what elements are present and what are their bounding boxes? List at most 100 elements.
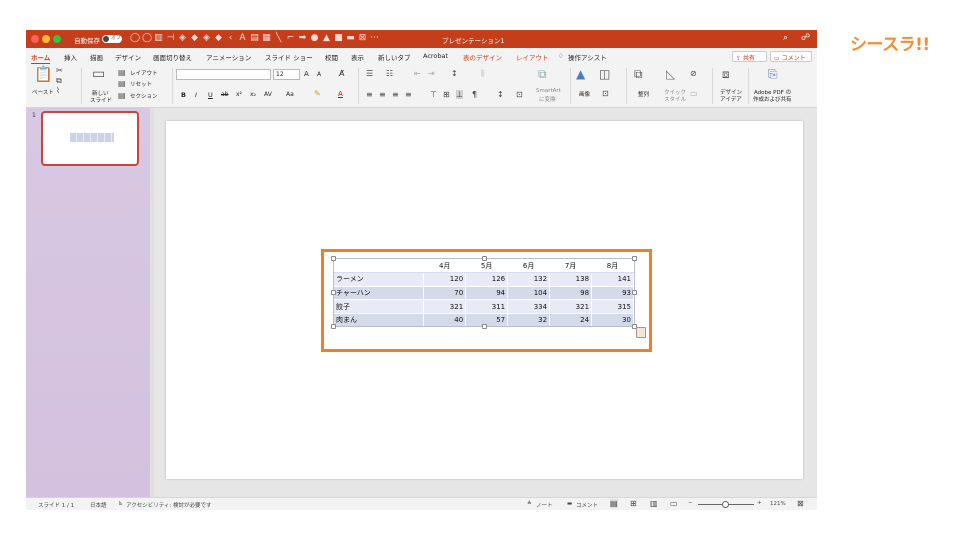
table-header-cell[interactable]: 6月	[507, 259, 551, 274]
box-icon[interactable]: ▤	[250, 33, 259, 43]
zoom-slider-thumb[interactable]	[722, 501, 729, 508]
tab-new[interactable]: 新しいタブ	[378, 52, 411, 62]
zoom-in-button[interactable]: +	[757, 500, 762, 506]
normal-view-icon[interactable]: ▤	[610, 499, 618, 508]
copy-icon[interactable]: ⧉	[56, 76, 62, 85]
indent-decrease-icon[interactable]: ⇤	[414, 69, 421, 78]
character-spacing-button[interactable]: AV	[264, 91, 272, 98]
table-cell[interactable]: 138	[549, 272, 593, 287]
account-icon[interactable]: ☍	[801, 33, 810, 43]
text-icon[interactable]: A	[238, 33, 247, 43]
reading-view-icon[interactable]: ▥	[650, 499, 658, 508]
right-arrow-icon[interactable]: ➡	[298, 33, 307, 43]
align-middle-icon[interactable]: ⊞	[443, 90, 450, 99]
vertical-text-icon[interactable]: ↕	[497, 90, 504, 99]
align-text-icon[interactable]: ⊡	[516, 90, 523, 99]
table-header-cell[interactable]: 4月	[423, 259, 467, 274]
tab-insert[interactable]: 挿入	[64, 52, 77, 62]
design-ideas-icon[interactable]: ⧈	[722, 68, 730, 80]
table-cell[interactable]: 315	[591, 299, 634, 314]
table-cell[interactable]: 32	[507, 313, 551, 328]
section-button[interactable]: セクション	[130, 92, 158, 100]
resize-handle[interactable]	[331, 256, 336, 261]
shape-effects-icon[interactable]: ▭	[690, 89, 698, 98]
format-painter-icon[interactable]: ⌇	[56, 86, 60, 95]
italic-button[interactable]: I	[195, 91, 197, 99]
redo-icon[interactable]: ◯	[142, 33, 152, 43]
reset-button[interactable]: リセット	[130, 80, 152, 88]
bullets-icon[interactable]: ☰	[366, 69, 373, 78]
share-button[interactable]: ⇪ 共有	[732, 51, 767, 62]
table-cell[interactable]: 70	[423, 286, 467, 301]
data-table[interactable]: 4月 5月 6月 7月 8月 ラーメン 120 126 132 138 141 …	[334, 259, 634, 328]
table-cell[interactable]: 321	[423, 299, 467, 314]
adobe-pdf-icon[interactable]: ⎘	[768, 68, 778, 80]
row-label-cell[interactable]: 餃子	[334, 299, 425, 314]
align-top-icon[interactable]: ⊤	[430, 90, 437, 99]
rect-icon[interactable]: ▬	[346, 33, 355, 43]
search-icon[interactable]: ⌕	[783, 33, 788, 43]
table-cell[interactable]: 311	[465, 299, 509, 314]
tab-view[interactable]: 表示	[351, 52, 364, 62]
layout-icon[interactable]: ▤	[118, 68, 126, 77]
shrink-font-button[interactable]: A	[317, 71, 321, 78]
table-cell[interactable]: 120	[423, 272, 467, 287]
slide-canvas[interactable]: 4月 5月 6月 7月 8月 ラーメン 120 126 132 138 141 …	[166, 121, 803, 479]
columns-icon[interactable]: ⫼	[481, 69, 485, 78]
reset-icon[interactable]: ▤	[118, 79, 126, 88]
highlight-icon[interactable]: ✎	[314, 89, 321, 98]
layout-button[interactable]: レイアウト	[130, 69, 158, 77]
row-label-cell[interactable]: ラーメン	[334, 272, 425, 287]
resize-handle[interactable]	[331, 290, 336, 295]
section-icon[interactable]: ▤	[118, 91, 126, 100]
text-direction-icon[interactable]: ¶	[472, 90, 477, 99]
table-cell[interactable]: 334	[507, 299, 551, 314]
justify-icon[interactable]: ≡	[405, 90, 412, 99]
table-cell[interactable]: 321	[549, 299, 593, 314]
minimize-window-button[interactable]	[42, 35, 50, 43]
line-icon[interactable]: ╲	[274, 33, 283, 43]
strikethrough-button[interactable]: ab	[221, 91, 229, 98]
language-indicator[interactable]: 日本語	[90, 501, 107, 509]
resize-handle[interactable]	[331, 324, 336, 329]
paste-options-icon[interactable]	[636, 327, 646, 338]
undo-icon[interactable]: ◯	[130, 33, 140, 43]
tab-draw[interactable]: 描画	[90, 52, 103, 62]
tab-layout[interactable]: レイアウト	[516, 52, 549, 62]
tab-acrobat[interactable]: Acrobat	[423, 52, 448, 60]
shape-icon[interactable]: ◆	[214, 33, 223, 43]
resize-handle[interactable]	[632, 290, 637, 295]
fit-to-window-icon[interactable]: ⊠	[797, 499, 804, 508]
table-cell[interactable]: 141	[591, 272, 634, 287]
shape-outline-icon[interactable]: ⊘	[690, 69, 697, 78]
tab-animations[interactable]: アニメーション	[206, 52, 251, 62]
shape-icon[interactable]: ◈	[178, 33, 187, 43]
zoom-level[interactable]: 121%	[770, 501, 786, 507]
arrow-icon[interactable]: ‹	[226, 33, 235, 43]
table-cell[interactable]: 104	[507, 286, 551, 301]
font-color-button[interactable]: A	[338, 90, 343, 98]
shape-icon[interactable]: ◆	[190, 33, 199, 43]
align-center-icon[interactable]: ≡	[379, 90, 386, 99]
tab-transitions[interactable]: 画面切り替え	[153, 52, 192, 62]
slide-sorter-icon[interactable]: ⊞	[630, 499, 637, 508]
bold-button[interactable]: B	[181, 91, 186, 99]
comment-button[interactable]: ▭ コメント	[770, 51, 812, 62]
table-cell[interactable]: 98	[549, 286, 593, 301]
table-cell[interactable]: 126	[465, 272, 509, 287]
font-size-select[interactable]: 12	[273, 69, 300, 80]
smartart-icon[interactable]: ⧉	[538, 68, 547, 80]
table-header-cell[interactable]: 7月	[549, 259, 593, 274]
clear-format-icon[interactable]: A̸	[339, 69, 344, 78]
slideshow-icon[interactable]: ▭	[670, 499, 678, 508]
picture-icon[interactable]: ▲	[576, 68, 585, 80]
line-spacing-icon[interactable]: ↕	[451, 69, 458, 78]
accessibility-status[interactable]: アクセシビリティ: 検討が必要です	[126, 501, 212, 509]
align-bottom-icon[interactable]: ⊥	[456, 90, 463, 99]
triangle-icon[interactable]: ▲	[322, 33, 331, 43]
slide-thumbnail[interactable]	[41, 111, 139, 166]
row-label-cell[interactable]: 肉まん	[334, 313, 425, 328]
subscript-button[interactable]: x₂	[250, 91, 256, 98]
more-icon[interactable]: ···	[370, 33, 379, 43]
grow-font-button[interactable]: A	[304, 70, 309, 78]
